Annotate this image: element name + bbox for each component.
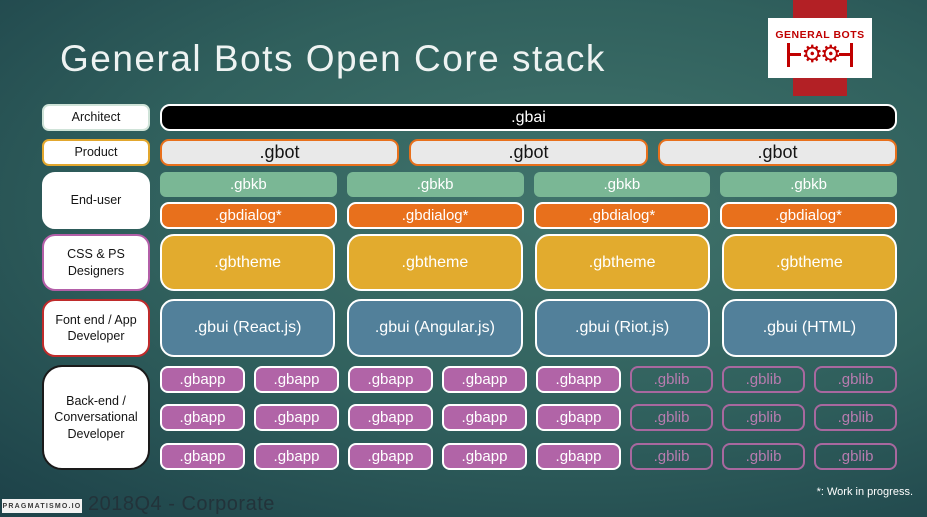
gbapp-box: .gbapp xyxy=(348,366,433,393)
gbui-row: .gbui (React.js) .gbui (Angular.js) .gbu… xyxy=(160,299,897,357)
gbtheme-box: .gbtheme xyxy=(160,234,336,291)
gbapp-box: .gbapp xyxy=(348,404,433,431)
gear-endcap-right-icon xyxy=(838,43,853,67)
gbui-html-box: .gbui (HTML) xyxy=(721,299,897,357)
gblib-box: .gblib xyxy=(722,366,805,393)
gbkb-box: .gbkb xyxy=(533,172,711,197)
gbapp-box: .gbapp xyxy=(442,443,527,470)
gbapp-box: .gbapp xyxy=(160,404,245,431)
pragmatismo-brand-label: PRAGMATISMO.IO xyxy=(2,502,82,510)
gbui-riot-box: .gbui (Riot.js) xyxy=(534,299,710,357)
gbapp-box: .gbapp xyxy=(348,443,433,470)
pragmatismo-brand-box: PRAGMATISMO.IO xyxy=(2,499,82,513)
role-label-frontend-app-developer: Font end / App Developer xyxy=(42,299,150,357)
gbtheme-row: .gbtheme .gbtheme .gbtheme .gbtheme xyxy=(160,234,897,291)
gblib-box: .gblib xyxy=(814,404,897,431)
gbapp-box: .gbapp xyxy=(160,443,245,470)
gbkb-row: .gbkb .gbkb .gbkb .gbkb xyxy=(160,172,897,197)
gbdialog-box: .gbdialog* xyxy=(720,202,897,229)
gbai-box: .gbai xyxy=(160,104,897,131)
backend-row-2: .gbapp .gbapp .gbapp .gbapp .gbapp .gbli… xyxy=(160,404,897,431)
gblib-box: .gblib xyxy=(630,366,713,393)
backend-row-1: .gbapp .gbapp .gbapp .gbapp .gbapp .gbli… xyxy=(160,366,897,393)
role-label-end-user: End-user xyxy=(42,172,150,229)
gbot-box: .gbot xyxy=(409,139,648,166)
gbapp-box: .gbapp xyxy=(442,404,527,431)
logo-wordmark: GENERAL BOTS xyxy=(775,29,865,41)
gbapp-box: .gbapp xyxy=(442,366,527,393)
gbui-react-box: .gbui (React.js) xyxy=(160,299,336,357)
role-label-css-ps-designers: CSS & PS Designers xyxy=(42,234,150,291)
gbot-box: .gbot xyxy=(160,139,399,166)
gear-endcap-left-icon xyxy=(787,43,802,67)
gblib-box: .gblib xyxy=(722,443,805,470)
slide-canvas: General Bots Open Core stack GENERAL BOT… xyxy=(0,0,927,517)
gblib-box: .gblib xyxy=(630,404,713,431)
gear-glyphs-icon: ⚙⚙ xyxy=(801,41,841,68)
work-in-progress-footnote: *: Work in progress. xyxy=(816,486,913,498)
gbapp-box: .gbapp xyxy=(536,366,621,393)
gbdialog-box: .gbdialog* xyxy=(533,202,711,229)
gblib-box: .gblib xyxy=(630,443,713,470)
gbtheme-box: .gbtheme xyxy=(347,234,523,291)
gbapp-box: .gbapp xyxy=(254,366,339,393)
general-bots-logo: GENERAL BOTS ⚙⚙ xyxy=(768,18,872,78)
gblib-box: .gblib xyxy=(814,366,897,393)
slide-footer-label: 2018Q4 - Corporate xyxy=(88,493,275,515)
gbapp-box: .gbapp xyxy=(536,404,621,431)
role-label-backend-conversational-developer: Back-end / Conversational Developer xyxy=(42,365,150,470)
gbtheme-box: .gbtheme xyxy=(721,234,897,291)
gbot-row: .gbot .gbot .gbot xyxy=(160,139,897,166)
gbot-box: .gbot xyxy=(658,139,897,166)
gbdialog-box: .gbdialog* xyxy=(160,202,337,229)
gbdialog-row: .gbdialog* .gbdialog* .gbdialog* .gbdial… xyxy=(160,202,897,229)
gbapp-box: .gbapp xyxy=(254,404,339,431)
gblib-box: .gblib xyxy=(722,404,805,431)
gbapp-box: .gbapp xyxy=(160,366,245,393)
gbkb-box: .gbkb xyxy=(720,172,897,197)
backend-row-3: .gbapp .gbapp .gbapp .gbapp .gbapp .gbli… xyxy=(160,443,897,470)
role-label-product: Product xyxy=(42,139,150,166)
gbkb-box: .gbkb xyxy=(346,172,524,197)
gbui-angular-box: .gbui (Angular.js) xyxy=(347,299,523,357)
gbdialog-box: .gbdialog* xyxy=(346,202,524,229)
gbapp-box: .gbapp xyxy=(536,443,621,470)
gbkb-box: .gbkb xyxy=(160,172,337,197)
page-title: General Bots Open Core stack xyxy=(60,38,606,79)
gears-icon: ⚙⚙ xyxy=(787,41,853,68)
role-label-architect: Architect xyxy=(42,104,150,131)
gbapp-box: .gbapp xyxy=(254,443,339,470)
gbtheme-box: .gbtheme xyxy=(534,234,710,291)
gblib-box: .gblib xyxy=(814,443,897,470)
